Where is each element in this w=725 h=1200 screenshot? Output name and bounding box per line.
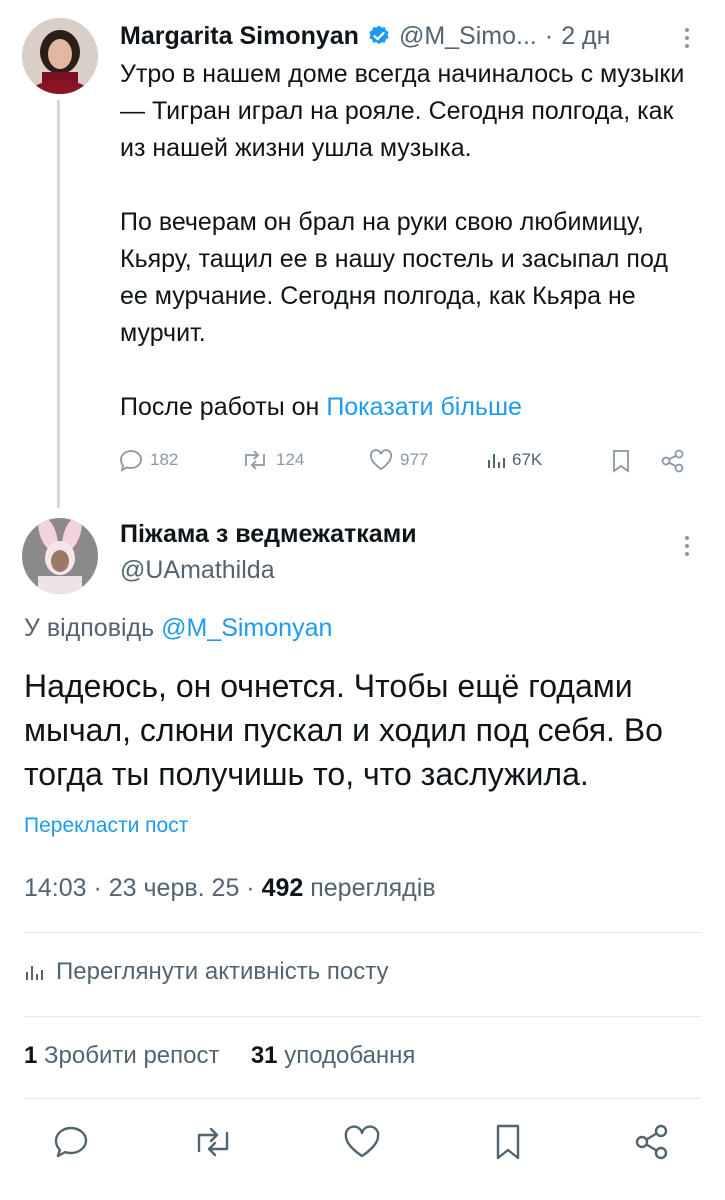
reply-to-prefix: У відповідь: [24, 614, 162, 642]
divider-2: [24, 1016, 701, 1017]
reply-stat[interactable]: 182: [118, 448, 178, 472]
reply-to-line: У відповідь @M_Simonyan: [24, 614, 332, 643]
like-count: 977: [400, 450, 429, 469]
views-count: 67K: [512, 450, 543, 469]
bookmark-action-icon: [496, 1124, 520, 1160]
tweet-time[interactable]: 2 дн: [561, 22, 610, 51]
reply-action-icon: [54, 1126, 88, 1158]
reply-like-count: 31: [250, 1042, 278, 1069]
translate-link[interactable]: Перекласти пост: [24, 814, 188, 838]
more-options-icon[interactable]: [684, 28, 690, 48]
reply-like-label: уподобання: [284, 1042, 416, 1069]
reply-repost-label: Зробити репост: [44, 1042, 220, 1069]
tweet-body: Утро в нашем доме всегда начиналось с му…: [120, 56, 700, 426]
heart-icon: [369, 449, 393, 471]
reply-text: Надеюсь, он очнется. Чтобы ещё годами мы…: [24, 668, 663, 792]
reply-meta: 14:03 · 23 черв. 25 · 492 переглядів: [24, 874, 436, 903]
bookmark-action-button[interactable]: [492, 1122, 524, 1167]
reply-more-options-icon[interactable]: [684, 536, 690, 556]
tweet-paragraph-2: По вечерам он брал на руки свою любимицу…: [120, 208, 668, 347]
repost-count-link[interactable]: 1 Зробити репост: [24, 1042, 219, 1069]
post-activity-label: Переглянути активність посту: [56, 958, 389, 985]
reply-to-handle[interactable]: @M_Simonyan: [161, 614, 332, 642]
like-stat[interactable]: 977: [368, 448, 428, 472]
avatar-image: [22, 18, 98, 94]
reply-author-name[interactable]: Піжама з ведмежатками: [120, 520, 417, 549]
bookmark-icon: [613, 450, 629, 473]
author-handle[interactable]: @M_Simo...: [399, 22, 537, 51]
tweet-header: Margarita Simonyan @M_Simo... · 2 дн: [120, 18, 685, 54]
share-action-icon: [635, 1124, 668, 1160]
reply-time[interactable]: 14:03: [24, 874, 87, 902]
engagement-counts: 1 Зробити репост 31 уподобання: [24, 1042, 415, 1070]
divider-1: [24, 932, 701, 933]
reply-repost-count: 1: [24, 1042, 38, 1069]
show-more-link[interactable]: Показати більше: [326, 393, 522, 421]
verified-badge-icon: [367, 24, 391, 48]
like-count-link[interactable]: 31 уподобання: [251, 1042, 416, 1069]
reply-date[interactable]: 23 черв. 25: [109, 874, 240, 902]
repost-action-button[interactable]: [190, 1124, 236, 1165]
repost-action-icon: [197, 1127, 229, 1157]
reply-action-button[interactable]: [52, 1124, 90, 1165]
meta-sep-2: ·: [239, 874, 262, 902]
reply-count: 182: [150, 450, 179, 469]
separator-dot: ·: [544, 21, 554, 50]
heart-action-icon: [344, 1125, 380, 1158]
share-stat[interactable]: [660, 448, 686, 474]
analytics-icon: [26, 966, 43, 980]
divider-3: [24, 1098, 701, 1099]
thread-line: [57, 100, 60, 508]
author-name[interactable]: Margarita Simonyan: [120, 22, 359, 51]
reply-views-label: переглядів: [303, 874, 436, 902]
share-action-button[interactable]: [632, 1122, 672, 1167]
post-activity-button[interactable]: Переглянути активність посту: [24, 958, 388, 986]
like-action-button[interactable]: [342, 1124, 382, 1165]
tweet-paragraph-3-text: После работы он: [120, 393, 327, 421]
avatar-uamathilda[interactable]: [22, 518, 98, 594]
meta-sep-1: ·: [86, 874, 109, 902]
tweet-paragraph-3: После работы он Показати більше: [120, 389, 700, 426]
share-icon: [661, 449, 684, 473]
bookmark-stat[interactable]: [610, 448, 632, 474]
views-stat[interactable]: 67K: [486, 448, 542, 472]
avatar-image: [22, 518, 98, 594]
reply-views-count: 492: [261, 874, 304, 902]
repost-count: 124: [276, 450, 305, 469]
reply-icon: [120, 450, 142, 472]
repost-icon: [245, 450, 265, 470]
tweet-paragraph-1: Утро в нашем доме всегда начиналось с му…: [120, 60, 685, 162]
avatar-margarita[interactable]: [22, 18, 98, 94]
views-icon: [488, 454, 505, 468]
repost-stat[interactable]: 124: [240, 448, 304, 472]
reply-author-handle[interactable]: @UAmathilda: [120, 556, 275, 585]
